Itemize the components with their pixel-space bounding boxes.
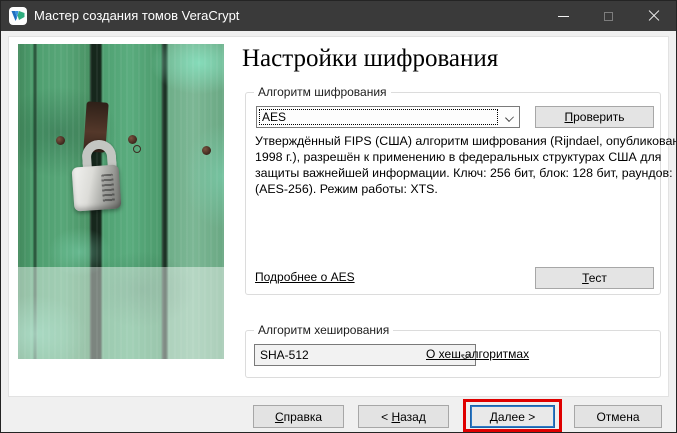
bolt-detail xyxy=(128,135,137,144)
hash-algorithms-link[interactable]: О хеш-алгоритмах xyxy=(426,347,529,361)
more-about-aes-link[interactable]: Подробнее о AES xyxy=(255,270,355,284)
close-icon xyxy=(648,10,660,22)
veracrypt-app-icon xyxy=(9,7,27,25)
back-button[interactable]: < Назад xyxy=(358,405,449,428)
verify-button[interactable]: Проверить xyxy=(535,106,654,128)
focus-rect xyxy=(259,109,498,125)
maximize-icon xyxy=(604,12,613,21)
test-button-label: ест xyxy=(589,271,607,285)
padlock-scratches xyxy=(101,174,115,203)
encryption-algorithm-dropdown[interactable]: AES xyxy=(256,106,520,128)
door-photo: VeraCrypt xyxy=(18,44,224,359)
chevron-down-icon xyxy=(505,113,514,122)
verify-button-label: роверить xyxy=(573,110,624,124)
minimize-button[interactable] xyxy=(541,1,586,31)
help-button-label: правка xyxy=(284,410,322,424)
help-button-mnemonic: С xyxy=(275,410,284,424)
titlebar: Мастер создания томов VeraCrypt xyxy=(1,1,676,31)
hash-algorithm-group: Алгоритм хеширования SHA-512 О хеш-алгор… xyxy=(245,330,661,378)
logo-band: VeraCrypt xyxy=(18,267,224,359)
test-button-mnemonic: Т xyxy=(582,271,589,285)
description-line: защиты важнейшей информации. Ключ: 256 б… xyxy=(255,165,677,181)
encryption-algorithm-group: Алгоритм шифрования AES Проверить Утверж… xyxy=(245,92,661,295)
back-button-prefix: < xyxy=(381,410,391,424)
page-title: Настройки шифрования xyxy=(242,45,498,73)
encryption-group-label: Алгоритм шифрования xyxy=(254,85,391,99)
next-button[interactable]: Далее > xyxy=(470,405,555,428)
minimize-icon xyxy=(558,16,569,17)
window-title: Мастер создания томов VeraCrypt xyxy=(34,8,239,23)
verify-button-mnemonic: П xyxy=(564,110,573,124)
cancel-button[interactable]: Отмена xyxy=(574,405,662,428)
description-line: Утверждённый FIPS (США) алгоритм шифрова… xyxy=(255,133,677,149)
test-button[interactable]: Тест xyxy=(535,267,654,289)
bolt-ring-detail xyxy=(133,145,141,153)
back-button-mnemonic: Н xyxy=(391,410,400,424)
back-button-label: азад xyxy=(400,410,426,424)
description-line: (AES-256). Режим работы: XTS. xyxy=(255,181,677,197)
maximize-button[interactable] xyxy=(586,1,631,31)
next-button-mnemonic: Д xyxy=(490,410,498,424)
next-button-label: алее > xyxy=(498,410,535,424)
hash-algorithm-value: SHA-512 xyxy=(255,348,309,362)
content-panel: VeraCrypt Настройки шифрования Алгоритм … xyxy=(8,36,669,397)
algorithm-description: Утверждённый FIPS (США) алгоритм шифрова… xyxy=(255,133,677,197)
description-line: 1998 г.), разрешён к применению в федера… xyxy=(255,149,677,165)
hash-group-label: Алгоритм хеширования xyxy=(254,323,393,337)
help-button[interactable]: Справка xyxy=(253,405,344,428)
veracrypt-wizard-window: Мастер создания томов VeraCrypt xyxy=(0,0,677,433)
close-button[interactable] xyxy=(631,1,676,31)
bolt-detail xyxy=(202,146,211,155)
bolt-detail xyxy=(56,136,65,145)
